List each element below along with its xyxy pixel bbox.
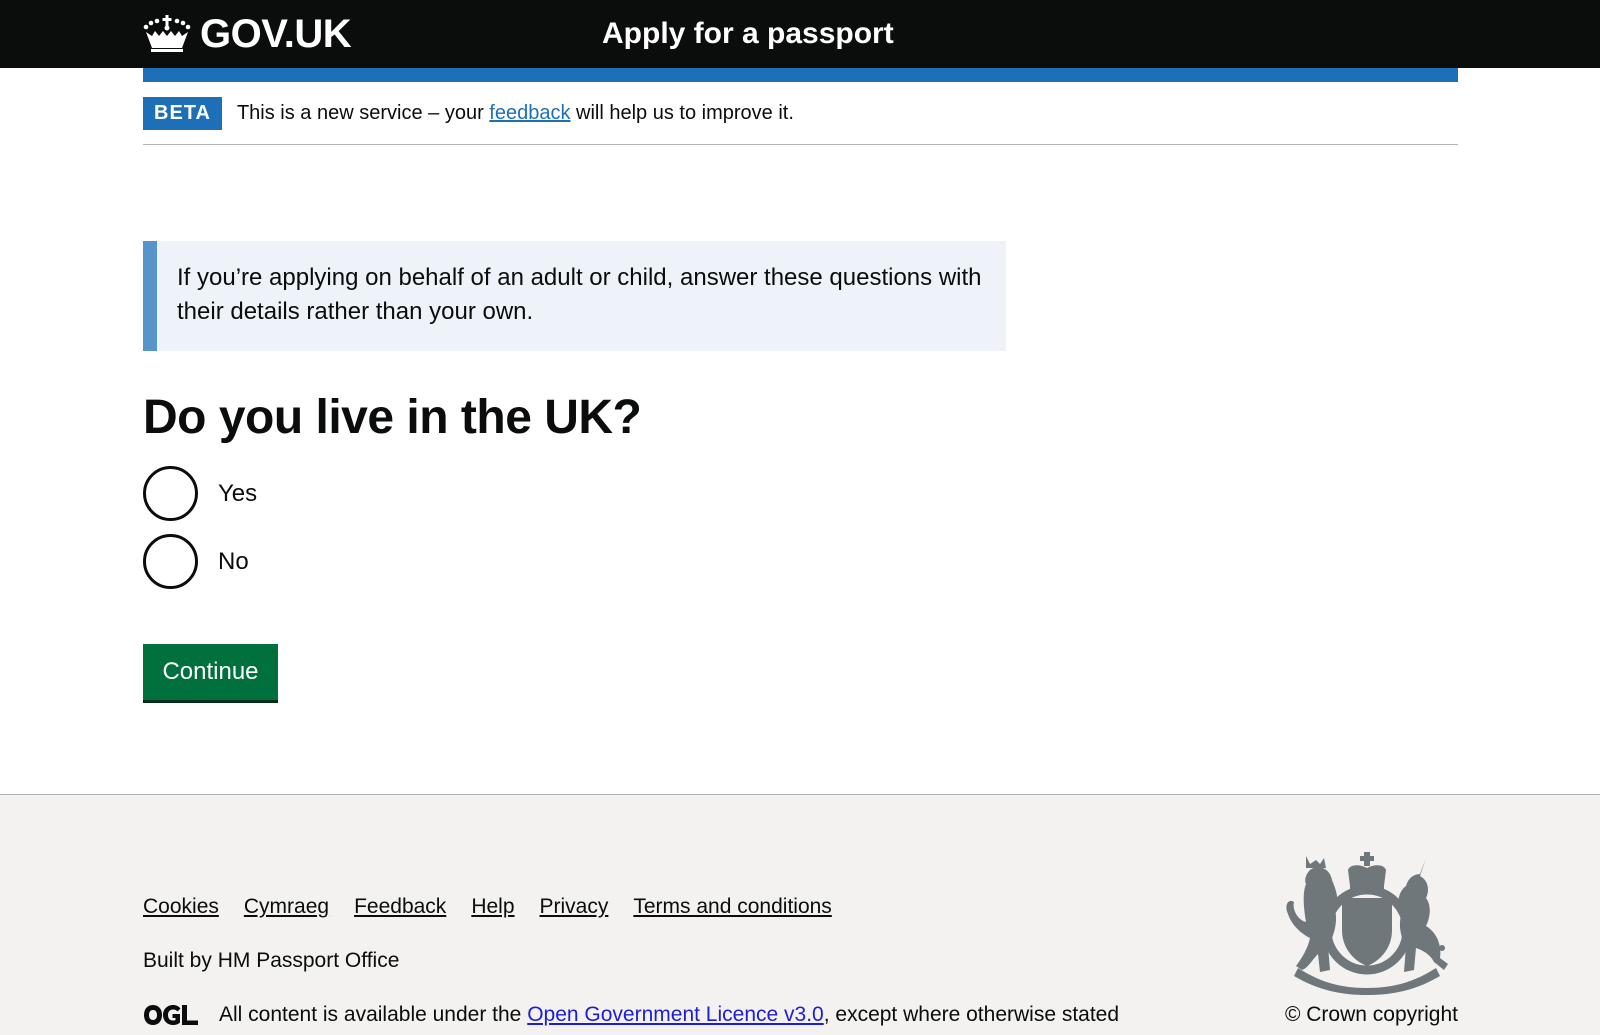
radio-option-yes[interactable]: Yes (143, 466, 257, 521)
footer-link-terms[interactable]: Terms and conditions (633, 893, 831, 921)
service-name-link[interactable]: Apply for a passport (602, 14, 894, 54)
radio-label-yes[interactable]: Yes (218, 479, 257, 509)
royal-coat-of-arms-icon (1286, 852, 1448, 995)
site-header: GOV.UK Apply for a passport (0, 0, 1600, 68)
licence-text: All content is available under the Open … (219, 1001, 1119, 1029)
phase-banner: BETA This is a new service – your feedba… (143, 97, 1458, 145)
govuk-logo-link[interactable]: GOV.UK (142, 12, 352, 56)
crown-copyright[interactable]: © Crown copyright (1285, 1001, 1458, 1029)
radio-option-no[interactable]: No (143, 534, 249, 589)
footer-link-cookies[interactable]: Cookies (143, 893, 219, 921)
footer-links: Cookies Cymraeg Feedback Help Privacy Te… (143, 893, 857, 921)
radio-input-no[interactable] (143, 534, 198, 589)
licence-text-before: All content is available under the (219, 1003, 528, 1026)
radio-input-yes[interactable] (143, 466, 198, 521)
licence-statement: All content is available under the Open … (143, 1001, 1119, 1029)
inset-text: If you’re applying on behalf of an adult… (143, 241, 1006, 351)
site-footer: Cookies Cymraeg Feedback Help Privacy Te… (0, 794, 1600, 1035)
footer-link-feedback[interactable]: Feedback (354, 893, 446, 921)
question-heading: Do you live in the UK? (143, 391, 642, 444)
radio-label-no[interactable]: No (218, 547, 249, 577)
built-by-text: Built by HM Passport Office (143, 949, 400, 972)
phase-banner-text: This is a new service – your feedback wi… (237, 97, 794, 130)
ogl-logo-icon (144, 1005, 198, 1025)
logo-text: GOV.UK (200, 12, 352, 56)
header-blue-stripe (143, 68, 1458, 82)
feedback-link[interactable]: feedback (489, 102, 570, 124)
phase-text-after: will help us to improve it. (570, 102, 794, 124)
footer-link-privacy[interactable]: Privacy (540, 893, 609, 921)
footer-link-help[interactable]: Help (471, 893, 514, 921)
licence-text-after: , except where otherwise stated (823, 1003, 1120, 1026)
phase-text-before: This is a new service – your (236, 102, 490, 124)
continue-button[interactable]: Continue (143, 644, 278, 700)
beta-tag: BETA (143, 97, 222, 130)
ogl-licence-link[interactable]: Open Government Licence v3.0 (527, 1003, 824, 1026)
footer-link-cymraeg[interactable]: Cymraeg (244, 893, 329, 921)
crown-icon (143, 15, 191, 52)
